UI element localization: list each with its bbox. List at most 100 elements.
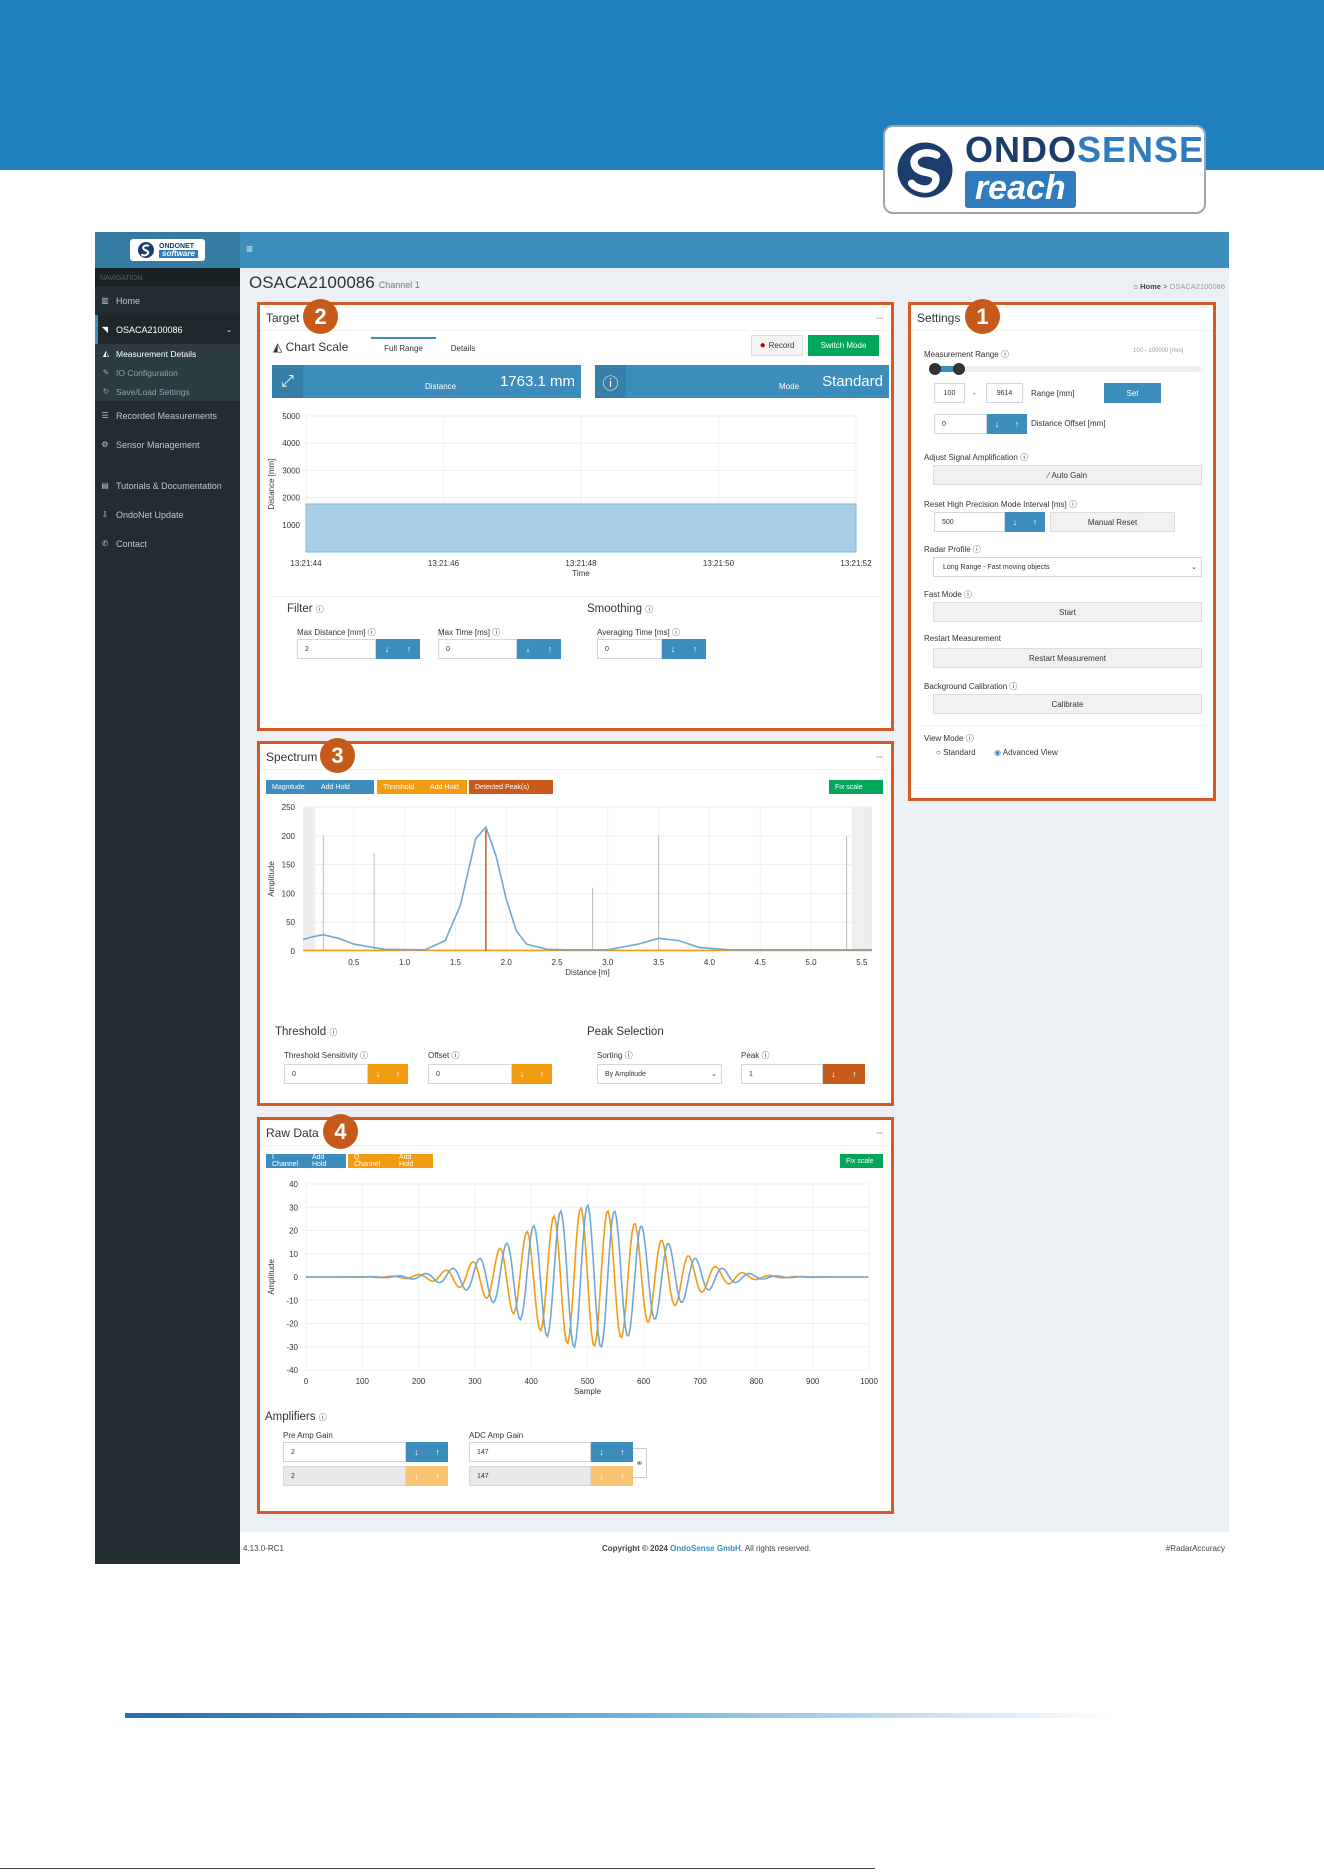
range-slider-handle-min[interactable] [929, 363, 941, 375]
arrow-up-icon[interactable]: ↑ [612, 1466, 633, 1486]
sorting-select[interactable]: By Amplitude ⌄ [597, 1064, 722, 1084]
arrow-up-icon[interactable]: ↑ [388, 1064, 408, 1084]
arrow-up-icon[interactable]: ↑ [427, 1466, 448, 1486]
radar-profile-select[interactable]: Long Range - Fast moving objects ⌄ [933, 557, 1202, 577]
threshold-sensitivity-input[interactable]: 0 [284, 1064, 368, 1084]
i-channel-add-hold-chip[interactable]: Add Hold [306, 1154, 346, 1168]
pre-amp-gain-i-stepper[interactable]: ↓ ↑ [406, 1442, 448, 1462]
x-tick-label: 1000 [860, 1377, 878, 1386]
arrow-up-icon[interactable]: ↑ [1025, 512, 1045, 532]
adc-amp-gain-i-stepper[interactable]: ↓ ↑ [591, 1442, 633, 1462]
collapse-icon[interactable]: – [876, 749, 883, 763]
offset-stepper[interactable]: ↓ ↑ [512, 1064, 552, 1084]
max-distance-stepper[interactable]: ↓ ↑ [376, 639, 420, 659]
sidebar-subitem-io-configuration[interactable]: ✎ IO Configuration [95, 363, 240, 382]
adc-amp-gain-q-input[interactable]: 147 [469, 1466, 591, 1486]
fast-mode-start-button[interactable]: Start [933, 602, 1202, 622]
sidebar-item-update[interactable]: ⇩ OndoNet Update [95, 500, 240, 529]
view-advanced-radio[interactable]: ◉ Advanced View [994, 748, 1058, 757]
arrow-up-icon[interactable]: ↑ [532, 1064, 552, 1084]
manual-reset-button[interactable]: Manual Reset [1050, 512, 1175, 532]
x-tick-label: 13:21:50 [703, 559, 735, 568]
adc-amp-gain-q-stepper[interactable]: ↓ ↑ [591, 1466, 633, 1486]
magnitude-add-hold-chip[interactable]: Add Hold [315, 780, 374, 794]
sidebar-item-tutorials[interactable]: ▤ Tutorials & Documentation [95, 471, 240, 500]
tab-full-range[interactable]: Full Range [371, 337, 436, 357]
arrow-down-icon[interactable]: ↓ [406, 1442, 427, 1462]
magnitude-chip[interactable]: Magnitude [266, 780, 315, 794]
averaging-time-stepper[interactable]: ↓ ↑ [662, 639, 706, 659]
sidebar-item-home[interactable]: ▥ Home [95, 286, 240, 315]
reset-hp-input[interactable]: 500 [934, 512, 1005, 532]
mode-value: Standard [822, 373, 883, 390]
restart-measurement-button[interactable]: Restart Measurement [933, 648, 1202, 668]
breadcrumb-home[interactable]: Home [1140, 282, 1161, 291]
fix-scale-button[interactable]: Fix scale [840, 1154, 883, 1168]
range-slider-handle-max[interactable] [953, 363, 965, 375]
arrow-down-icon[interactable]: ↓ [368, 1064, 388, 1084]
q-channel-add-hold-chip[interactable]: Add Hold [393, 1154, 433, 1168]
pre-amp-gain-q-input[interactable]: 2 [283, 1466, 406, 1486]
arrow-down-icon[interactable]: ↓ [512, 1064, 532, 1084]
threshold-add-hold-chip[interactable]: Add Hold [424, 780, 467, 794]
arrow-down-icon[interactable]: ↓ [1005, 512, 1025, 532]
distance-offset-input[interactable]: 0 [934, 414, 987, 434]
sidebar-logo[interactable]: ONDONET software [95, 232, 240, 268]
sidebar-item-contact[interactable]: ✆ Contact [95, 529, 240, 558]
offset-input[interactable]: 0 [428, 1064, 512, 1084]
switch-mode-button[interactable]: Switch Mode [808, 335, 879, 356]
max-distance-input[interactable]: 2 [297, 639, 376, 659]
arrow-down-icon[interactable]: ↓ [591, 1466, 612, 1486]
fix-scale-button[interactable]: Fix scale [829, 780, 883, 794]
peak-input[interactable]: 1 [741, 1064, 823, 1084]
menu-toggle-icon[interactable]: ≡ [246, 242, 253, 256]
max-time-input[interactable]: 0 [438, 639, 517, 659]
arrow-down-icon[interactable]: ↓ [823, 1064, 844, 1084]
arrow-down-icon[interactable]: ↓ [517, 639, 539, 659]
threshold-chip[interactable]: Threshold [377, 780, 424, 794]
threshold-sensitivity-stepper[interactable]: ↓ ↑ [368, 1064, 408, 1084]
record-button[interactable]: ● Record [751, 335, 803, 356]
link-icon[interactable]: ⚭ [633, 1448, 647, 1478]
calibrate-button[interactable]: Calibrate [933, 694, 1202, 714]
distance-offset-stepper[interactable]: ↓ ↑ [987, 414, 1027, 434]
arrow-up-icon[interactable]: ↑ [684, 639, 706, 659]
arrow-down-icon[interactable]: ↓ [406, 1466, 427, 1486]
peak-stepper[interactable]: ↓ ↑ [823, 1064, 865, 1084]
collapse-icon[interactable]: – [876, 310, 883, 324]
arrow-up-icon[interactable]: ↑ [427, 1442, 448, 1462]
pre-amp-gain-i-input[interactable]: 2 [283, 1442, 406, 1462]
reset-hp-stepper[interactable]: ↓ ↑ [1005, 512, 1045, 532]
sidebar-item-recorded[interactable]: ☰ Recorded Measurements [95, 401, 240, 430]
arrow-down-icon[interactable]: ↓ [662, 639, 684, 659]
arrow-down-icon[interactable]: ↓ [376, 639, 398, 659]
range-slider-track[interactable] [932, 366, 1202, 372]
max-time-stepper[interactable]: ↓ ↑ [517, 639, 561, 659]
range-from-input[interactable]: 100 [934, 383, 965, 403]
averaging-time-input[interactable]: 0 [597, 639, 662, 659]
arrow-down-icon[interactable]: ↓ [591, 1442, 612, 1462]
arrow-up-icon[interactable]: ↑ [844, 1064, 865, 1084]
tab-details[interactable]: Details [438, 339, 488, 357]
set-button[interactable]: Set [1104, 383, 1161, 403]
range-to-input[interactable]: 9614 [986, 383, 1023, 403]
view-standard-radio[interactable]: ○ Standard [936, 748, 976, 757]
i-channel-chip[interactable]: I Channel [266, 1154, 306, 1168]
sidebar-subitem-save-load[interactable]: ↻ Save/Load Settings [95, 382, 240, 401]
collapse-icon[interactable]: – [876, 1125, 883, 1139]
pre-amp-gain-q-stepper[interactable]: ↓ ↑ [406, 1466, 448, 1486]
q-channel-chip[interactable]: Q Channel [348, 1154, 393, 1168]
arrow-up-icon[interactable]: ↑ [612, 1442, 633, 1462]
ondosense-link[interactable]: OndoSense GmbH [670, 1544, 741, 1553]
target-title: Target [260, 305, 891, 331]
detected-peaks-chip[interactable]: Detected Peak(s) [469, 780, 553, 794]
arrow-up-icon[interactable]: ↑ [398, 639, 420, 659]
auto-gain-button[interactable]: ⁄ Auto Gain [933, 465, 1202, 485]
arrow-up-icon[interactable]: ↑ [1007, 414, 1027, 434]
arrow-up-icon[interactable]: ↑ [539, 639, 561, 659]
sidebar-item-sensor[interactable]: ◥ OSACA2100086 ⌄ [95, 315, 240, 344]
adc-amp-gain-i-input[interactable]: 147 [469, 1442, 591, 1462]
sidebar-subitem-measurement-details[interactable]: ◭ Measurement Details [95, 344, 240, 363]
sidebar-item-sensor-management[interactable]: ⚙ Sensor Management [95, 430, 240, 459]
arrow-down-icon[interactable]: ↓ [987, 414, 1007, 434]
